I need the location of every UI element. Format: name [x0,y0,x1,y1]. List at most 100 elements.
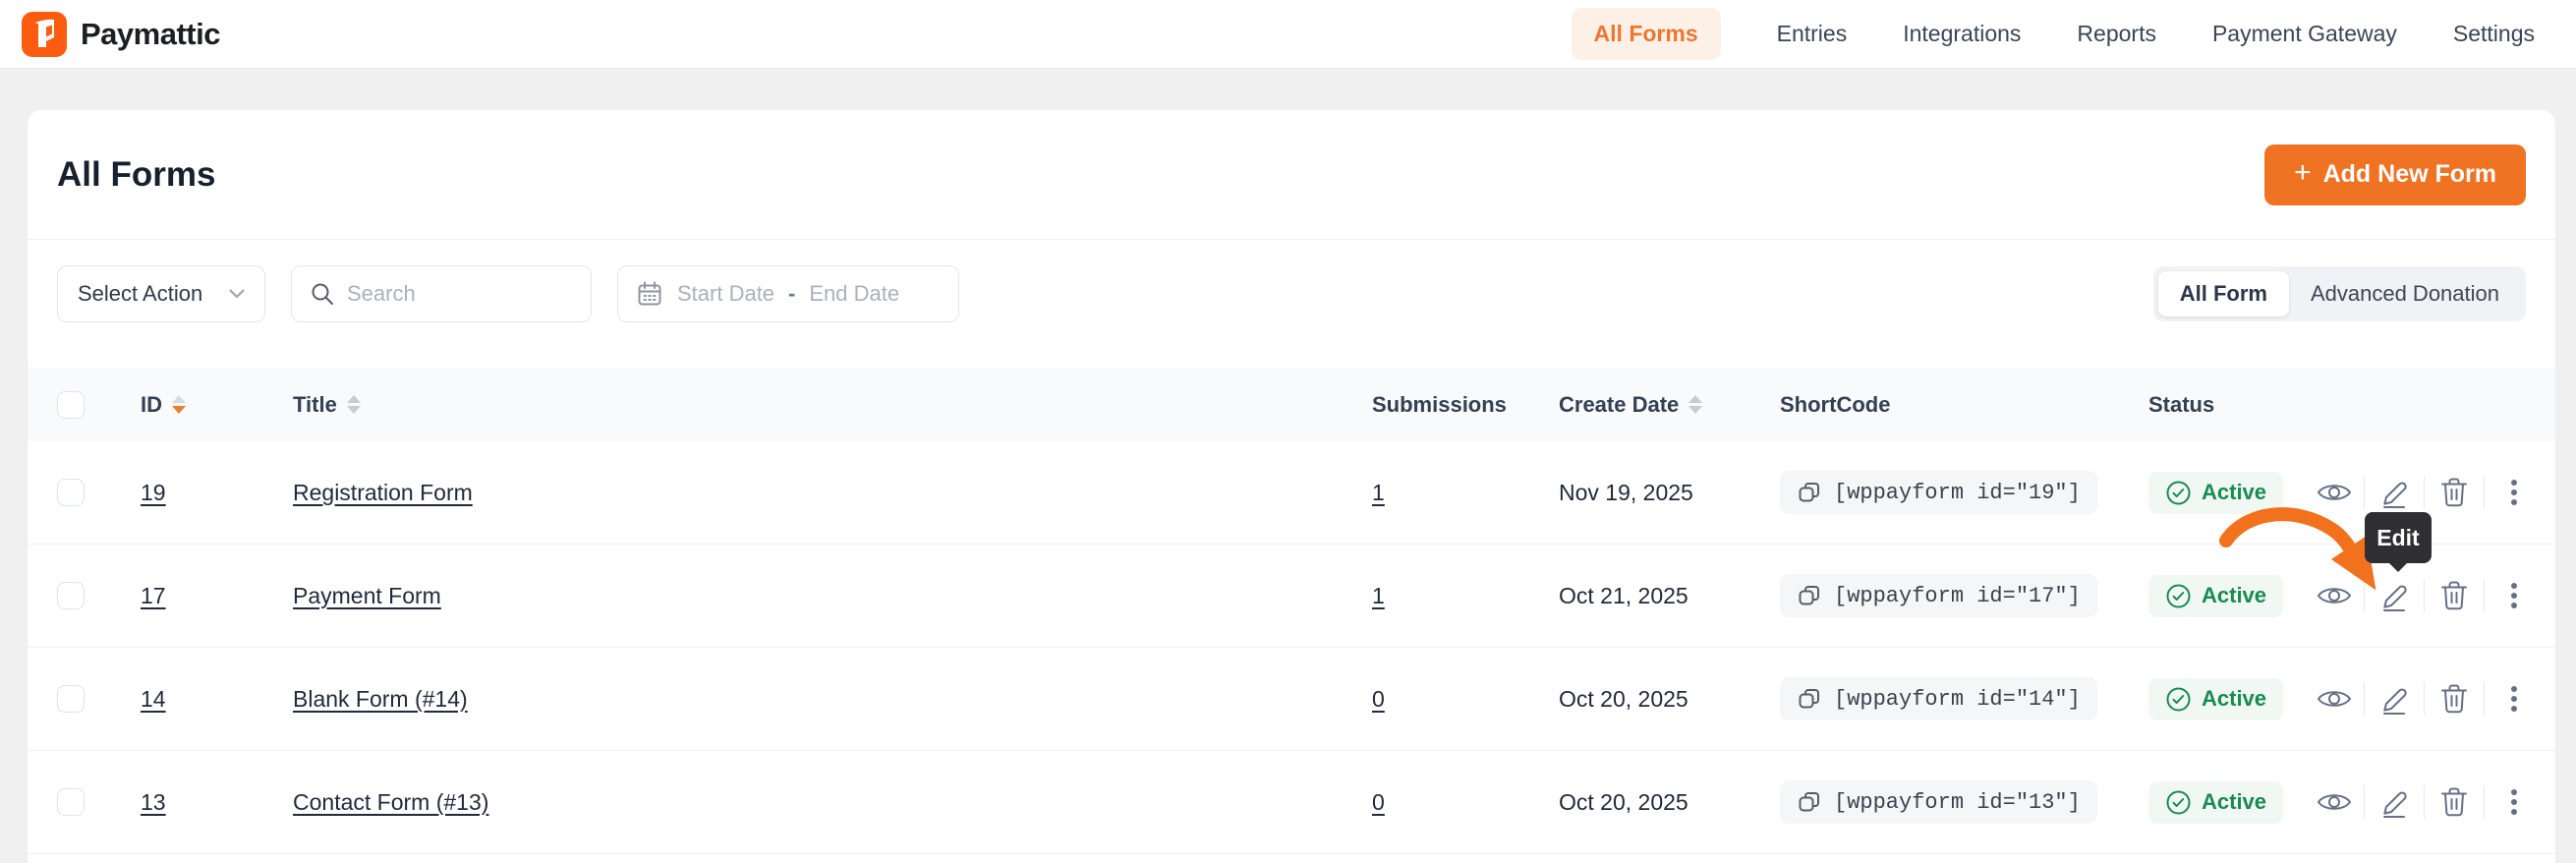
more-options-icon[interactable] [2496,578,2532,613]
shortcode-chip[interactable]: [wppayform id="13"] [1780,780,2097,824]
calendar-icon [636,280,663,308]
delete-icon[interactable] [2436,578,2472,613]
form-id-link[interactable]: 13 [141,789,166,815]
nav-item-payment-gateway[interactable]: Payment Gateway [2212,21,2397,47]
header-title: Title [265,392,1354,418]
shortcode-chip[interactable]: [wppayform id="14"] [1780,677,2097,720]
delete-icon[interactable] [2436,681,2472,717]
action-divider [2424,682,2425,716]
submissions-link[interactable]: 0 [1372,686,1385,712]
row-checkbox[interactable] [57,685,85,713]
header-status-label: Status [2148,391,2215,417]
action-divider [2364,785,2365,819]
add-new-form-button[interactable]: + Add New Form [2264,144,2526,205]
view-icon[interactable] [2317,681,2352,717]
form-id-link[interactable]: 17 [141,583,166,608]
form-id-link[interactable]: 19 [141,480,166,505]
header-submissions-label: Submissions [1372,391,1507,417]
more-options-icon[interactable] [2496,681,2532,717]
status-badge: Active [2148,471,2284,514]
copy-icon[interactable] [1797,480,1822,505]
table-header-row: ID Title Submissions Create Date ShortCo… [28,368,2555,441]
shortcode-text: [wppayform id="17"] [1834,583,2081,608]
check-circle-icon [2166,584,2191,607]
header-shortcode: ShortCode [1762,392,2131,418]
copy-icon[interactable] [1797,686,1822,712]
status-badge: Active [2148,574,2284,617]
check-circle-icon [2166,790,2191,814]
row-checkbox-cell [28,582,116,609]
view-icon[interactable] [2317,784,2352,820]
search-input[interactable] [347,281,544,307]
form-title-link[interactable]: Blank Form (#14) [293,686,468,712]
toggle-advanced-donation[interactable]: Advanced Donation [2289,271,2521,316]
row-checkbox-cell [28,479,116,506]
date-range-separator: - [788,281,796,306]
form-title-link[interactable]: Registration Form [293,480,473,505]
submissions-link[interactable]: 1 [1372,583,1385,608]
toggle-all-form[interactable]: All Form [2157,271,2289,316]
action-divider [2364,579,2365,612]
more-options-icon[interactable] [2496,784,2532,820]
shortcode-chip[interactable]: [wppayform id="17"] [1780,574,2097,617]
search-icon [310,281,335,307]
form-title-link[interactable]: Payment Form [293,583,441,608]
form-type-toggle: All Form Advanced Donation [2152,266,2526,321]
row-checkbox-cell [28,788,116,816]
view-icon[interactable] [2317,475,2352,510]
nav-item-integrations[interactable]: Integrations [1903,21,2021,47]
form-id-link[interactable]: 14 [141,686,166,712]
action-divider [2484,476,2485,509]
row-checkbox[interactable] [57,479,85,506]
edit-icon[interactable] [2376,681,2412,717]
nav-item-reports[interactable]: Reports [2077,21,2156,47]
brand-logo[interactable]: Paymattic [22,11,220,57]
table-row: 14 Blank Form (#14) 0 Oct 20, 2025 [wppa… [28,648,2555,751]
row-checkbox[interactable] [57,582,85,609]
row-actions [2303,784,2555,820]
paymattic-logo-icon [22,11,67,57]
filter-toolbar: Select Action Search Start Date - End Da… [57,265,2526,322]
submissions-link[interactable]: 1 [1372,480,1385,505]
create-date-cell: Oct 20, 2025 [1559,685,1689,712]
row-checkbox[interactable] [57,788,85,816]
status-label: Active [2202,583,2267,607]
sort-create-date-icon[interactable] [1689,395,1703,414]
create-date-cell: Nov 19, 2025 [1559,479,1693,505]
nav-item-entries[interactable]: Entries [1777,21,1848,47]
shortcode-chip[interactable]: [wppayform id="19"] [1780,471,2097,514]
paymattic-all-forms-page: Paymattic All Forms Entries Integrations… [0,0,2576,863]
form-title-link[interactable]: Contact Form (#13) [293,789,488,815]
delete-icon[interactable] [2436,475,2472,510]
copy-icon[interactable] [1797,583,1822,608]
sort-id-icon[interactable] [172,395,186,414]
row-actions [2303,475,2555,510]
page-title: All Forms [57,154,216,194]
header-status: Status [2131,392,2303,418]
select-all-checkbox[interactable] [57,390,85,419]
date-range-picker[interactable]: Start Date - End Date [617,265,959,322]
edit-icon[interactable] [2376,578,2412,613]
all-forms-card: All Forms + Add New Form Select Action S… [28,110,2555,863]
delete-icon[interactable] [2436,784,2472,820]
shortcode-text: [wppayform id="13"] [1834,789,2081,815]
create-date-cell: Oct 21, 2025 [1559,582,1689,608]
sort-title-icon[interactable] [346,395,361,414]
action-divider [2424,785,2425,819]
action-divider [2424,476,2425,509]
edit-tooltip: Edit [2365,512,2432,563]
edit-icon[interactable] [2376,475,2412,510]
edit-icon[interactable] [2376,784,2412,820]
copy-icon[interactable] [1797,789,1822,815]
view-icon[interactable] [2317,578,2352,613]
plus-icon: + [2294,156,2312,189]
more-options-icon[interactable] [2496,475,2532,510]
start-date-placeholder: Start Date [677,281,775,306]
submissions-link[interactable]: 0 [1372,789,1385,815]
nav-item-all-forms[interactable]: All Forms [1571,8,1721,60]
nav-item-settings[interactable]: Settings [2453,21,2535,47]
search-field[interactable] [291,265,592,322]
select-action-dropdown[interactable]: Select Action [57,265,265,322]
main-nav: All Forms Entries Integrations Reports P… [1571,8,2535,60]
top-navigation-bar: Paymattic All Forms Entries Integrations… [0,0,2576,69]
